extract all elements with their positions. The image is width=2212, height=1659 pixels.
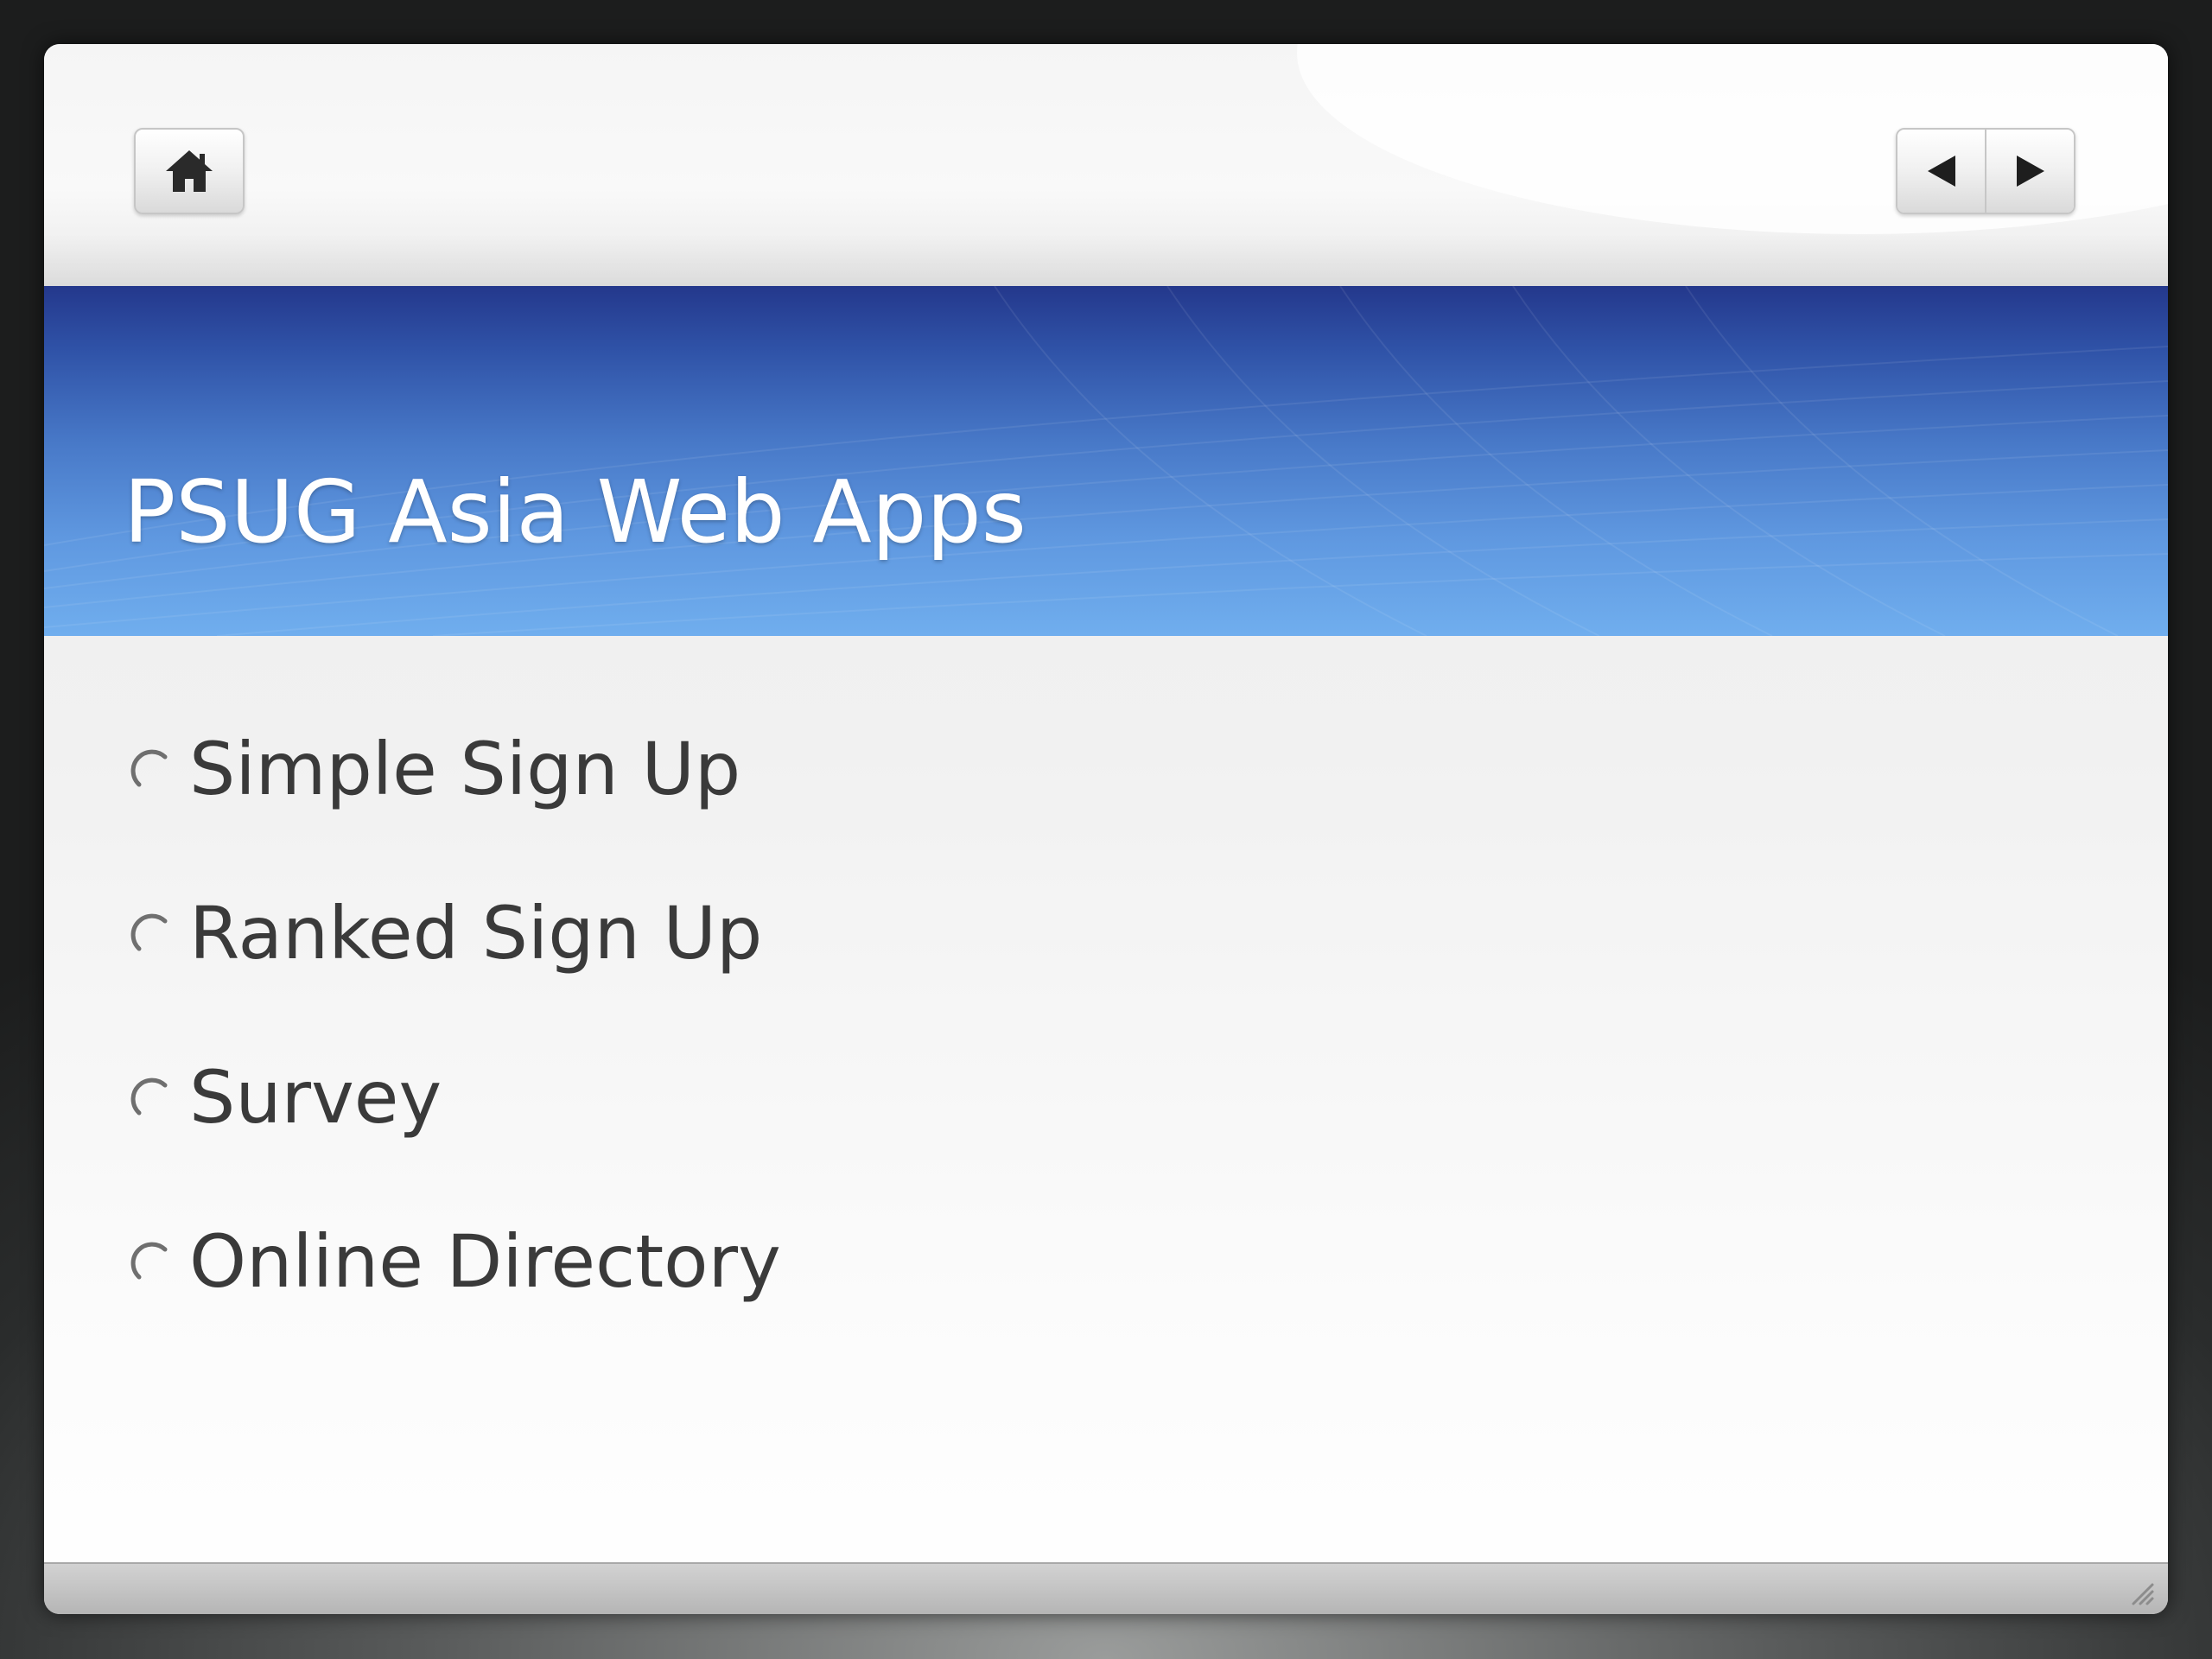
bullet-text: Online Directory <box>189 1219 781 1304</box>
partial-circle-bullet-icon <box>130 1077 168 1116</box>
bullet-text: Simple Sign Up <box>189 727 741 811</box>
list-item: Simple Sign Up <box>127 688 781 852</box>
triangle-right-icon <box>2016 156 2044 187</box>
next-slide-button[interactable] <box>1986 130 2074 213</box>
status-bar <box>44 1562 2168 1614</box>
bullet-text: Ranked Sign Up <box>189 891 763 976</box>
list-item: Ranked Sign Up <box>127 852 781 1016</box>
partial-circle-bullet-icon <box>130 1242 168 1280</box>
bullet-list: Simple Sign Up Ranked Sign Up Survey Onl… <box>127 688 781 1344</box>
list-item: Survey <box>127 1016 781 1180</box>
triangle-left-icon <box>1927 156 1955 187</box>
slide-window: PSUG Asia Web Apps Simple Sign Up Ranked… <box>44 44 2168 1614</box>
partial-circle-bullet-icon <box>130 749 168 787</box>
home-button[interactable] <box>134 128 245 214</box>
list-item: Online Directory <box>127 1180 781 1344</box>
resize-grip-icon[interactable] <box>2128 1580 2156 1607</box>
bullet-text: Survey <box>189 1055 442 1140</box>
top-toolbar <box>44 44 2168 286</box>
slide-navigation <box>1896 128 2075 214</box>
home-icon <box>166 150 213 192</box>
previous-slide-button[interactable] <box>1897 130 1986 213</box>
title-band: PSUG Asia Web Apps <box>44 286 2168 636</box>
partial-circle-bullet-icon <box>130 913 168 951</box>
slide-title: PSUG Asia Web Apps <box>124 461 1027 563</box>
